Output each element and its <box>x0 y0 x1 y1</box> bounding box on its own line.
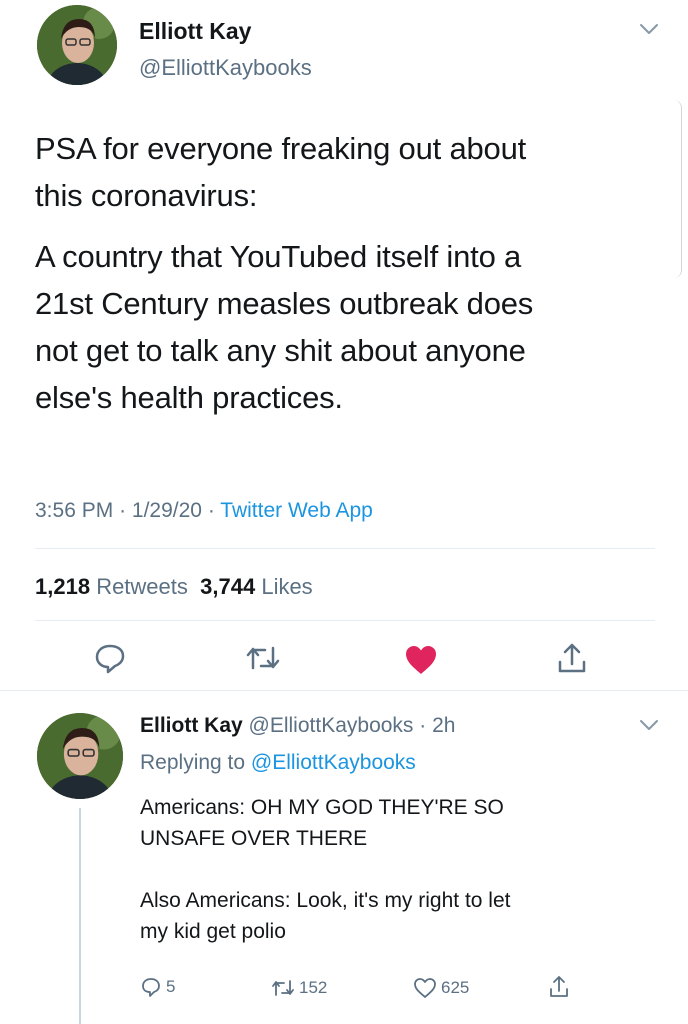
tweet-text-line: PSA for everyone freaking out about <box>35 131 527 166</box>
reply-reply-count: 5 <box>166 977 176 996</box>
tweet-stats: 1,218 Retweets 3,744 Likes <box>35 574 313 600</box>
reply-like-count: 625 <box>441 978 470 997</box>
likes-count: 3,744 <box>200 574 256 599</box>
author-avatar[interactable] <box>37 5 117 85</box>
replying-handle[interactable]: @ElliottKaybooks <box>251 751 416 774</box>
heart-outline-icon <box>414 978 436 998</box>
reply-text-line: Also Americans: Look, it's my right to l… <box>140 889 511 912</box>
reply-button[interactable] <box>93 642 127 674</box>
tweet-text-line: 21st Century measles outbreak does <box>35 286 534 321</box>
retweets-count: 1,218 <box>35 574 91 599</box>
reply-separator: · <box>419 714 427 737</box>
share-icon <box>558 643 586 673</box>
likes-stat[interactable]: 3,744 Likes <box>200 574 313 599</box>
tweet-text-line: not get to talk any shit about anyone <box>35 333 526 368</box>
thread-connector-line <box>79 808 81 1024</box>
reply-reply-button[interactable]: 5 <box>140 976 175 998</box>
reply-like-button[interactable]: 625 <box>413 977 469 999</box>
meta-separator: · <box>119 499 127 522</box>
tweet-date[interactable]: 1/29/20 <box>132 499 202 522</box>
retweet-icon <box>246 646 280 670</box>
reply-text-line: Americans: OH MY GOD THEY'RE SO <box>140 796 504 819</box>
reply-author-avatar[interactable] <box>37 713 123 799</box>
reply-header: Elliott Kay @ElliottKaybooks · 2h <box>140 714 455 738</box>
reply-icon <box>95 644 125 674</box>
retweet-icon <box>272 980 294 996</box>
replying-to: Replying to @ElliottKaybooks <box>140 751 416 775</box>
like-button[interactable] <box>403 644 439 676</box>
retweet-button[interactable] <box>245 644 281 672</box>
reply-author-handle[interactable]: @ElliottKaybooks <box>249 714 414 737</box>
likes-label: Likes <box>261 574 313 599</box>
author-handle[interactable]: @ElliottKaybooks <box>139 55 312 81</box>
divider <box>35 548 655 549</box>
reply-icon <box>142 978 160 997</box>
meta-separator: · <box>207 499 215 522</box>
share-button[interactable] <box>555 640 589 676</box>
retweets-stat[interactable]: 1,218 Retweets <box>35 574 188 599</box>
retweets-label: Retweets <box>96 574 188 599</box>
reply-author-name[interactable]: Elliott Kay <box>140 714 243 737</box>
share-icon <box>550 976 568 997</box>
reply-retweet-button[interactable]: 152 <box>271 978 327 998</box>
reply-text-line: my kid get polio <box>140 920 286 943</box>
divider <box>35 620 655 621</box>
reply-time[interactable]: 2h <box>432 714 455 737</box>
replying-prefix: Replying to <box>140 751 246 774</box>
reply-text: Americans: OH MY GOD THEY'RE SO UNSAFE O… <box>140 792 670 947</box>
avatar-portrait-icon <box>37 5 117 85</box>
tweet-text: PSA for everyone freaking out about this… <box>35 125 675 421</box>
tweet-menu-chevron-icon[interactable] <box>638 22 660 38</box>
tweet-text-line: else's health practices. <box>35 380 343 415</box>
tweet-time[interactable]: 3:56 PM <box>35 499 113 522</box>
reply-menu-chevron-icon[interactable] <box>638 718 660 734</box>
tweet-source[interactable]: Twitter Web App <box>220 499 373 522</box>
avatar-portrait-icon <box>37 713 123 799</box>
tweet-text-line: A country that YouTubed itself into a <box>35 239 522 274</box>
tweet-text-line: this coronavirus: <box>35 178 258 213</box>
divider <box>0 690 688 691</box>
tweet-meta: 3:56 PM · 1/29/20 · Twitter Web App <box>35 499 373 523</box>
author-name[interactable]: Elliott Kay <box>139 18 251 45</box>
reply-text-line: UNSAFE OVER THERE <box>140 827 368 850</box>
reply-retweet-count: 152 <box>299 978 328 997</box>
heart-filled-icon <box>406 646 436 674</box>
reply-share-button[interactable] <box>548 974 570 1000</box>
